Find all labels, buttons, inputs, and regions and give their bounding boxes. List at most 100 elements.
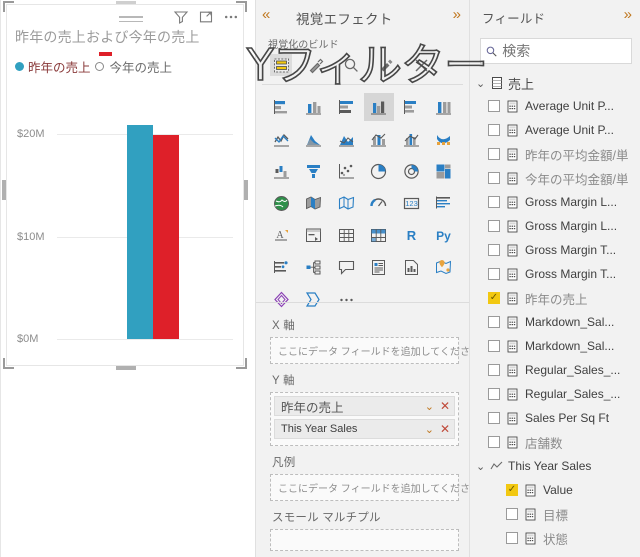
line-chart-icon[interactable] xyxy=(266,125,297,153)
field-list-item[interactable]: 昨年の売上 xyxy=(470,286,640,310)
field-list-item[interactable]: 状態 xyxy=(470,526,640,550)
line-stacked-column-chart-icon[interactable] xyxy=(364,125,395,153)
resize-handle-left[interactable] xyxy=(2,180,6,200)
field-list-item[interactable]: Regular_Sales_... xyxy=(470,382,640,406)
chevron-down-icon[interactable]: ⌄ xyxy=(425,423,434,436)
r-script-visual-icon[interactable]: R xyxy=(396,221,427,249)
paginated-report-icon[interactable] xyxy=(396,253,427,281)
field-list-item[interactable]: Regular_Sales_... xyxy=(470,358,640,382)
resize-handle-right[interactable] xyxy=(244,180,248,200)
decomposition-tree-icon[interactable] xyxy=(299,253,330,281)
matrix-icon[interactable] xyxy=(364,221,395,249)
column-chart-visual[interactable]: 昨年の売上および今年の売上 昨年の売上 今年の売上 $0M $10M $20M xyxy=(2,1,248,370)
azure-map-icon[interactable] xyxy=(429,253,460,281)
100-stacked-bar-chart-icon[interactable] xyxy=(396,93,427,121)
field-list-item[interactable]: Gross Margin T... xyxy=(470,262,640,286)
chart-bar[interactable] xyxy=(153,135,179,339)
table-icon[interactable] xyxy=(331,221,362,249)
line-clustered-column-chart-icon[interactable] xyxy=(396,125,427,153)
field-list-item[interactable]: Gross Margin L... xyxy=(470,214,640,238)
python-visual-icon[interactable]: Py xyxy=(429,221,460,249)
resize-handle-bottom-left[interactable] xyxy=(3,358,14,369)
resize-handle-bottom-right[interactable] xyxy=(236,358,247,369)
legend-well[interactable]: ここにデータ フィールドを追加してください xyxy=(270,474,469,501)
field-list-item[interactable]: Gross Margin T... xyxy=(470,238,640,262)
shape-map-icon[interactable] xyxy=(331,189,362,217)
chevron-down-icon[interactable]: ⌄ xyxy=(476,77,486,90)
field-group-node[interactable]: ⌄ This Year Sales xyxy=(470,454,640,478)
field-tree[interactable]: ⌄ 売上 Average Unit P... Average Unit P... 昨年の… xyxy=(470,72,640,557)
chevron-down-icon[interactable]: ⌄ xyxy=(425,400,434,413)
area-chart-icon[interactable] xyxy=(299,125,330,153)
map-icon[interactable] xyxy=(266,189,297,217)
field-checkbox[interactable] xyxy=(488,316,500,328)
field-pill[interactable]: 昨年の売上 ⌄ ✕ xyxy=(274,396,455,416)
field-list-item[interactable]: 今年の平均金額/単 xyxy=(470,166,640,190)
format-visual-tab[interactable] xyxy=(305,54,327,76)
field-list-item[interactable]: Markdown_Sal... xyxy=(470,310,640,334)
expand-pane-icon[interactable]: » xyxy=(453,6,461,23)
field-checkbox[interactable] xyxy=(488,364,500,376)
card-icon[interactable]: 123 xyxy=(396,189,427,217)
clustered-column-chart-icon[interactable] xyxy=(363,93,394,121)
field-checkbox[interactable] xyxy=(488,172,500,184)
field-checkbox[interactable] xyxy=(506,508,518,520)
field-list-item[interactable]: Average Unit P... xyxy=(470,118,640,142)
key-influencers-icon[interactable] xyxy=(266,253,297,281)
field-checkbox[interactable] xyxy=(488,340,500,352)
clustered-bar-chart-icon[interactable] xyxy=(331,93,362,121)
multi-row-card-icon[interactable] xyxy=(429,189,460,217)
field-list-item[interactable]: 店舗数 xyxy=(470,430,640,454)
funnel-chart-icon[interactable] xyxy=(299,157,330,185)
field-checkbox[interactable] xyxy=(488,436,500,448)
field-checkbox[interactable] xyxy=(488,196,500,208)
field-search-box[interactable] xyxy=(480,38,632,64)
drag-handle-icon[interactable] xyxy=(119,13,143,22)
field-checkbox[interactable] xyxy=(488,148,500,160)
resize-handle-top[interactable] xyxy=(116,1,136,4)
x-axis-well[interactable]: ここにデータ フィールドを追加してください xyxy=(270,337,469,364)
remove-field-icon[interactable]: ✕ xyxy=(440,399,450,413)
smart-narrative-icon[interactable] xyxy=(364,253,395,281)
chevron-down-icon[interactable]: ⌄ xyxy=(476,460,486,473)
field-list-item[interactable]: Average Unit P... xyxy=(470,94,640,118)
analytics-tab[interactable] xyxy=(340,54,362,76)
ribbon-chart-icon[interactable] xyxy=(429,125,460,153)
chart-bar[interactable] xyxy=(127,124,153,339)
fields-pane[interactable]: フィールド » ⌄ 売上 Average Unit P... Average Unit… xyxy=(470,0,640,557)
focus-mode-icon[interactable] xyxy=(198,9,214,25)
collapse-pane-icon[interactable]: « xyxy=(262,6,270,23)
stacked-bar-chart-icon[interactable] xyxy=(266,93,297,121)
build-tab-strip[interactable] xyxy=(264,50,461,80)
qna-icon[interactable] xyxy=(331,253,362,281)
report-canvas[interactable]: 昨年の売上および今年の売上 昨年の売上 今年の売上 $0M $10M $20M xyxy=(0,0,255,557)
stacked-column-chart-icon[interactable] xyxy=(299,93,330,121)
field-list-item[interactable]: Value xyxy=(470,478,640,502)
field-table-node[interactable]: ⌄ 売上 xyxy=(470,72,640,94)
resize-handle-bottom[interactable] xyxy=(116,366,136,370)
field-pill[interactable]: This Year Sales ⌄ ✕ xyxy=(274,419,455,439)
fields-expand-icon[interactable]: » xyxy=(624,6,632,23)
search-input[interactable] xyxy=(502,43,631,59)
field-wells[interactable]: X 軸ここにデータ フィールドを追加してください Y 軸昨年の売上 ⌄ ✕ This Y… xyxy=(256,302,469,557)
kpi-icon[interactable]: A xyxy=(266,221,297,249)
pie-chart-icon[interactable] xyxy=(364,157,395,185)
waterfall-chart-icon[interactable] xyxy=(266,157,297,185)
donut-chart-icon[interactable] xyxy=(396,157,427,185)
visualizations-pane[interactable]: « 視覚エフェクト » 視覚化のビルド 123 A R Py X 軸 ここにデー… xyxy=(255,0,470,557)
field-checkbox[interactable] xyxy=(488,244,500,256)
field-list-item[interactable]: Gross Margin L... xyxy=(470,190,640,214)
slicer-icon[interactable] xyxy=(299,221,330,249)
build-visual-tab[interactable] xyxy=(270,54,292,76)
field-list-item[interactable]: Markdown_Sal... xyxy=(470,334,640,358)
filter-icon[interactable] xyxy=(173,9,189,25)
format-page-tab[interactable] xyxy=(375,54,397,76)
field-checkbox[interactable] xyxy=(488,292,500,304)
filled-map-icon[interactable] xyxy=(299,189,330,217)
gauge-icon[interactable] xyxy=(364,189,395,217)
visualization-type-grid[interactable]: 123 A R Py xyxy=(262,84,463,307)
resize-handle-top-right[interactable] xyxy=(236,1,247,12)
field-list-item[interactable]: 目標 xyxy=(470,502,640,526)
field-checkbox[interactable] xyxy=(488,388,500,400)
stacked-area-chart-icon[interactable] xyxy=(331,125,362,153)
